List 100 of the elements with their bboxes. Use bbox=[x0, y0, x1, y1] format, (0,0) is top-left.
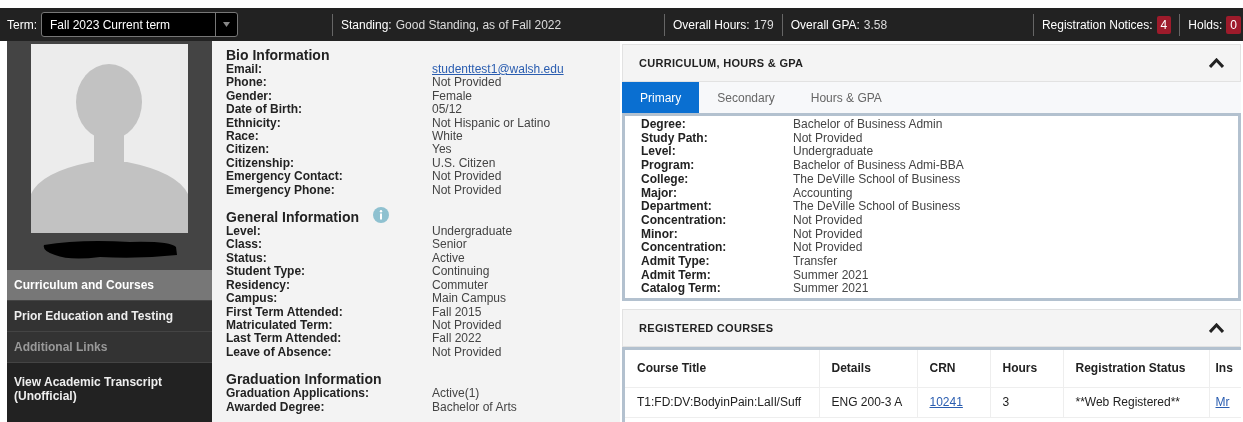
field-value: The DeVille School of Business bbox=[793, 172, 961, 187]
field-label: Awarded Degree: bbox=[226, 400, 325, 414]
field-label: Residency: bbox=[226, 278, 291, 293]
field-value: Not Hispanic or Latino bbox=[432, 116, 551, 131]
field-label: Date of Birth: bbox=[226, 103, 303, 117]
field-value: Not Provided bbox=[432, 345, 502, 360]
field-label: Program: bbox=[641, 159, 696, 173]
field-label: Matriculated Term: bbox=[226, 318, 334, 333]
table-link[interactable]: 10241 bbox=[929, 395, 963, 410]
field-label: Department: bbox=[641, 200, 713, 214]
field-value: Senior bbox=[432, 238, 467, 252]
column-header: Hours bbox=[990, 350, 1063, 388]
table-cell: **Web Registered** bbox=[1075, 395, 1180, 410]
hours-value: 179 bbox=[753, 17, 774, 32]
field-label: Graduation Applications: bbox=[226, 387, 370, 401]
sidebar-item[interactable]: Curriculum and Courses bbox=[7, 270, 212, 301]
field-value: Fall 2015 bbox=[432, 305, 482, 319]
collapse-chevron-icon[interactable] bbox=[1209, 58, 1224, 68]
field-value: Summer 2021 bbox=[793, 268, 869, 283]
standing-label: Standing: bbox=[341, 17, 392, 32]
field-label: Admit Term: bbox=[641, 268, 712, 283]
field-value: U.S. Citizen bbox=[432, 156, 496, 171]
field-value: Main Campus bbox=[432, 292, 507, 306]
field-label: Degree: bbox=[641, 118, 687, 132]
column-header: Registration Status bbox=[1063, 350, 1209, 388]
field-label: Campus: bbox=[226, 292, 278, 306]
field-value: 05/12 bbox=[432, 103, 463, 117]
column-header: Ins bbox=[1209, 350, 1241, 388]
field-label: College: bbox=[641, 172, 689, 187]
table-cell: T1:FD:DV:BodyinPain:LaIl/Suff bbox=[637, 395, 802, 410]
field-value: Not Provided bbox=[432, 170, 502, 184]
caret-icon bbox=[223, 22, 230, 27]
field-value: Undergraduate bbox=[432, 225, 513, 239]
table-link[interactable]: Mr bbox=[1215, 395, 1230, 410]
holds-label: Holds: bbox=[1188, 17, 1223, 32]
field-value: Not Provided bbox=[432, 76, 502, 90]
email-link[interactable]: studenttest1@walsh.edu bbox=[432, 63, 564, 77]
field-label: Emergency Contact: bbox=[226, 170, 344, 184]
field-label: Level: bbox=[641, 145, 677, 160]
tab[interactable]: Primary bbox=[622, 82, 700, 113]
field-value: Not Provided bbox=[793, 241, 863, 256]
column-header: Details bbox=[819, 350, 917, 388]
field-label: Study Path: bbox=[641, 131, 709, 146]
field-label: Citizenship: bbox=[226, 156, 295, 171]
field-value: Not Provided bbox=[432, 183, 502, 198]
field-label: Citizen: bbox=[226, 143, 271, 157]
gpa-label: Overall GPA: bbox=[790, 17, 860, 32]
field-value: Undergraduate bbox=[793, 145, 874, 160]
count-badge[interactable]: 4 bbox=[1156, 15, 1172, 34]
field-value: Bachelor of Business Admi-BBA bbox=[793, 159, 964, 173]
section-heading: Bio Information bbox=[226, 47, 330, 63]
field-value: Not Provided bbox=[432, 318, 502, 333]
field-label: Status: bbox=[226, 251, 268, 266]
field-value: Yes bbox=[432, 143, 452, 157]
field-label: Class: bbox=[226, 238, 264, 252]
field-label: Concentration: bbox=[641, 213, 728, 228]
notices-label: Registration Notices: bbox=[1041, 17, 1153, 32]
panel-title: REGISTERED COURSES bbox=[639, 322, 774, 335]
field-label: Student Type: bbox=[226, 265, 307, 279]
term-dropdown[interactable]: Fall 2023 Current term bbox=[41, 12, 238, 37]
table-cell: 3 bbox=[1002, 395, 1010, 410]
tab[interactable]: Hours & GPA bbox=[792, 82, 900, 113]
tab[interactable]: Secondary bbox=[699, 82, 793, 113]
column-header: Course Title bbox=[625, 350, 819, 388]
column-header: CRN bbox=[917, 350, 990, 388]
field-value: Not Provided bbox=[793, 131, 863, 146]
field-value: Commuter bbox=[432, 278, 488, 293]
field-label: Concentration: bbox=[641, 241, 728, 256]
field-label: Ethnicity: bbox=[226, 116, 282, 131]
field-value: Not Provided bbox=[793, 227, 863, 242]
field-value: Bachelor of Arts bbox=[432, 400, 517, 414]
field-label: Gender: bbox=[226, 89, 273, 104]
section-heading: General Information bbox=[226, 209, 360, 226]
field-value: Bachelor of Business Admin bbox=[793, 118, 943, 132]
field-label: Email: bbox=[226, 63, 263, 77]
field-label: Minor: bbox=[641, 227, 679, 242]
field-label: Level: bbox=[226, 225, 262, 239]
section-heading: Graduation Information bbox=[226, 371, 382, 388]
field-label: Leave of Absence: bbox=[226, 345, 333, 360]
hours-label: Overall Hours: bbox=[673, 17, 750, 32]
standing-value: Good Standing, as of Fall 2022 bbox=[395, 17, 562, 32]
field-label: Last Term Attended: bbox=[226, 332, 343, 346]
field-value: Fall 2022 bbox=[432, 332, 482, 346]
field-value: Not Provided bbox=[793, 213, 863, 228]
panel-title: CURRICULUM, HOURS & GPA bbox=[639, 57, 804, 69]
field-label: Race: bbox=[226, 130, 259, 144]
collapse-chevron-icon[interactable] bbox=[1209, 323, 1224, 334]
table-cell: ENG 200-3 A bbox=[831, 395, 903, 410]
field-value: Accounting bbox=[793, 186, 853, 201]
field-label: Phone: bbox=[226, 76, 268, 90]
field-label: Emergency Phone: bbox=[226, 183, 336, 198]
field-value: Active(1) bbox=[432, 387, 480, 401]
field-value: The DeVille School of Business bbox=[793, 200, 961, 214]
field-label: Catalog Term: bbox=[641, 282, 722, 297]
term-label: Term: bbox=[7, 17, 37, 32]
field-value: Active bbox=[432, 251, 465, 266]
field-label: Admit Type: bbox=[641, 255, 711, 269]
sidebar-item[interactable]: Prior Education and Testing bbox=[7, 301, 212, 332]
field-value: White bbox=[432, 130, 463, 144]
count-badge[interactable]: 0 bbox=[1226, 15, 1241, 34]
